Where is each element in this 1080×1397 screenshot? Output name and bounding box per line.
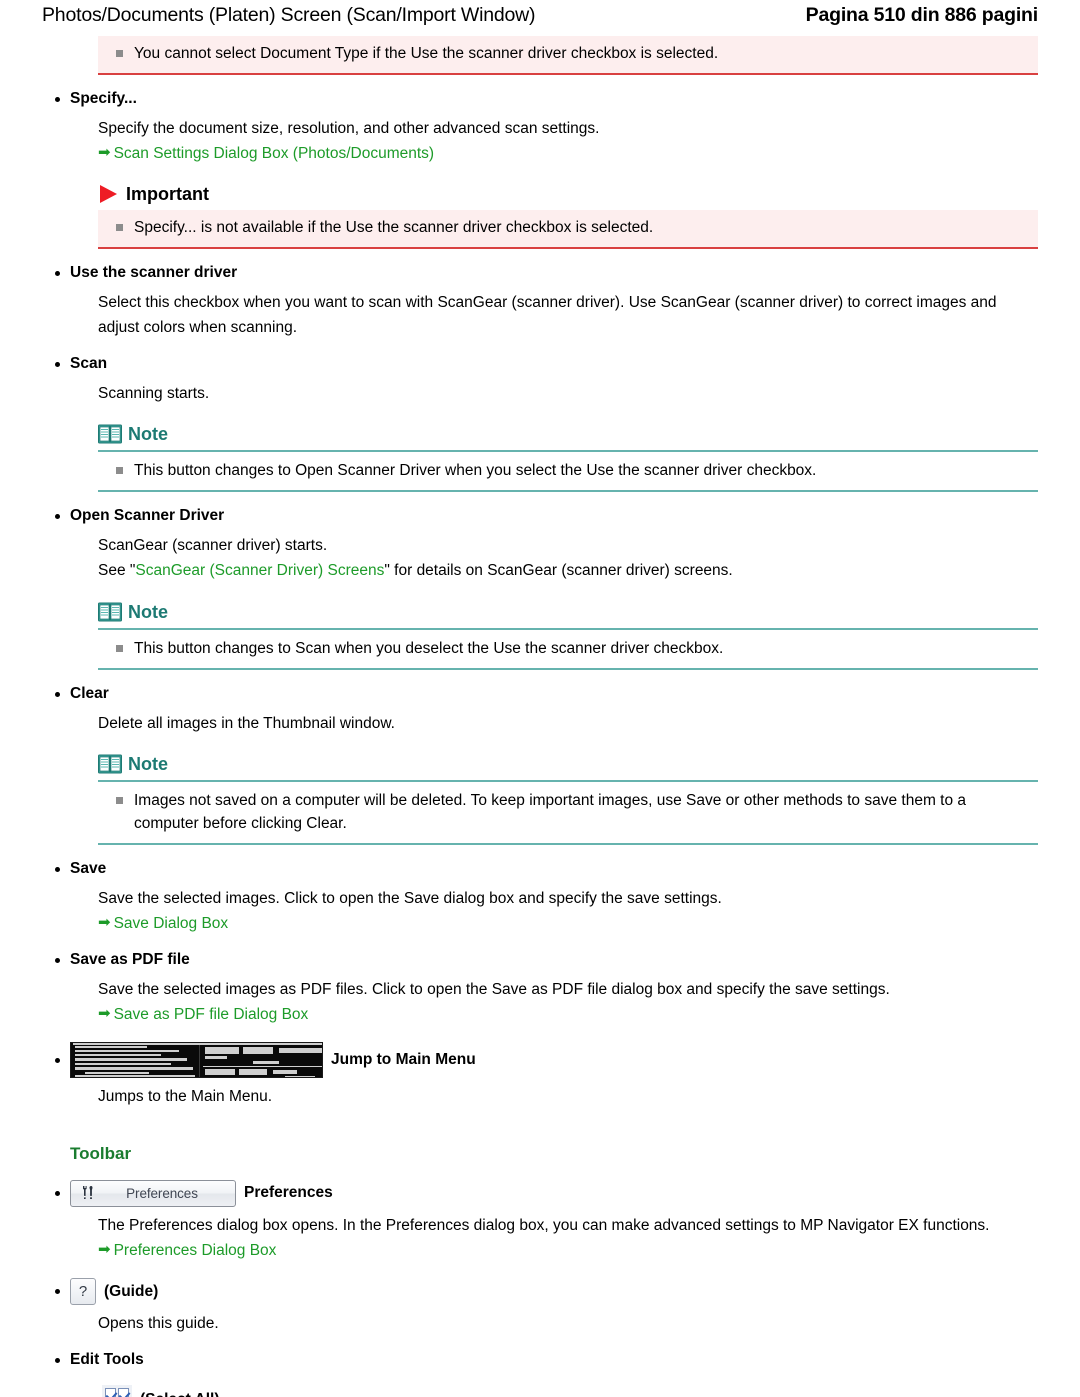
main-menu-screenshot-thumbnail[interactable] bbox=[70, 1042, 323, 1079]
term-open-scanner-driver: Open Scanner Driver bbox=[42, 506, 1038, 527]
desc-preferences: The Preferences dialog box opens. In the… bbox=[98, 1216, 990, 1234]
link-save-dialog-box[interactable]: ➡ Save Dialog Box bbox=[98, 912, 1038, 936]
admonition-note-open-scanner-driver: Note This button changes to Scan when yo… bbox=[98, 602, 1038, 670]
term-save: Save bbox=[42, 859, 1038, 880]
desc-specify: Specify the document size, resolution, a… bbox=[98, 120, 600, 138]
admonition-note-scan: Note This button changes to Open Scanner… bbox=[98, 424, 1038, 493]
note-label: Note bbox=[128, 424, 168, 445]
preferences-button-label: Preferences bbox=[126, 1185, 198, 1201]
desc-save: Save the selected images. Click to open … bbox=[98, 890, 722, 908]
document-content: You cannot select Document Type if the U… bbox=[0, 36, 1080, 1397]
preferences-button[interactable]: Preferences bbox=[70, 1179, 236, 1207]
link-label: Scan Settings Dialog Box (Photos/Documen… bbox=[113, 145, 435, 163]
checkbox-checked bbox=[118, 1388, 129, 1397]
note-heading: Note bbox=[98, 754, 1038, 775]
guide-button[interactable]: ? bbox=[70, 1278, 96, 1306]
link-label: Save as PDF file Dialog Box bbox=[113, 1005, 309, 1023]
arrow-right-icon: ➡ bbox=[98, 1004, 111, 1022]
checkbox-checked bbox=[105, 1388, 116, 1397]
tools-icon bbox=[83, 1186, 93, 1200]
admonition-important-specify: Important Specify... is not available if… bbox=[98, 184, 1038, 250]
document-page: Photos/Documents (Platen) Screen (Scan/I… bbox=[0, 0, 1080, 1397]
arrow-right-icon: ➡ bbox=[98, 144, 111, 162]
term-clear: Clear bbox=[42, 684, 1038, 705]
red-flag-icon bbox=[98, 184, 120, 204]
term-use-the-scanner-driver: Use the scanner driver bbox=[42, 263, 1038, 284]
important-label: Important bbox=[126, 183, 209, 204]
link-scangear-screens[interactable]: ScanGear (Scanner Driver) Screens bbox=[135, 562, 384, 579]
desc-open-scanner-driver: ScanGear (scanner driver) starts. See "S… bbox=[98, 533, 1038, 583]
page-indicator: Pagina 510 din 886 pagini bbox=[805, 4, 1039, 26]
open-book-icon bbox=[98, 754, 122, 774]
important-item: You cannot select Document Type if the U… bbox=[108, 42, 1028, 65]
term-select-all: (Select All) bbox=[140, 1391, 220, 1397]
note-box: This button changes to Scan when you des… bbox=[98, 627, 1038, 670]
row-preferences: Preferences Preferences bbox=[42, 1179, 1038, 1207]
desc-use-the-scanner-driver: Select this checkbox when you want to sc… bbox=[98, 293, 997, 337]
note-heading: Note bbox=[98, 424, 1038, 445]
desc-jump-to-main-menu: Jumps to the Main Menu. bbox=[98, 1088, 273, 1106]
desc-scan: Scanning starts. bbox=[98, 385, 210, 403]
note-item: This button changes to Open Scanner Driv… bbox=[108, 459, 1028, 482]
term-specify: Specify... bbox=[42, 89, 1038, 110]
row-guide: ? (Guide) bbox=[42, 1278, 1038, 1306]
desc-save-as-pdf-file: Save the selected images as PDF files. C… bbox=[98, 980, 890, 998]
term-edit-tools: Edit Tools bbox=[42, 1350, 1038, 1371]
note-heading: Note bbox=[98, 602, 1038, 623]
note-label: Note bbox=[128, 601, 168, 622]
page-title: Photos/Documents (Platen) Screen (Scan/I… bbox=[42, 4, 536, 26]
important-heading: Important bbox=[98, 184, 1038, 205]
section-heading-toolbar: Toolbar bbox=[70, 1143, 132, 1163]
admonition-note-clear: Note Images not saved on a computer will… bbox=[98, 754, 1038, 846]
open-book-icon bbox=[98, 424, 122, 444]
row-select-all: (Select All) bbox=[42, 1385, 1038, 1397]
link-scan-settings-dialog-box[interactable]: ➡ Scan Settings Dialog Box (Photos/Docume… bbox=[98, 142, 1038, 166]
desc-line-2-suffix: " for details on ScanGear (scanner drive… bbox=[384, 562, 733, 580]
arrow-right-icon: ➡ bbox=[98, 914, 111, 932]
important-box: Specify... is not available if the Use t… bbox=[98, 209, 1038, 250]
note-label: Note bbox=[128, 753, 168, 774]
term-guide: (Guide) bbox=[104, 1282, 159, 1300]
page-header: Photos/Documents (Platen) Screen (Scan/I… bbox=[0, 0, 1080, 36]
arrow-right-icon: ➡ bbox=[98, 1240, 111, 1258]
link-save-as-pdf-file-dialog-box[interactable]: ➡ Save as PDF file Dialog Box bbox=[98, 1003, 1038, 1027]
important-item: Specify... is not available if the Use t… bbox=[108, 216, 1028, 239]
open-book-icon bbox=[98, 602, 122, 622]
important-box-continuation: You cannot select Document Type if the U… bbox=[98, 36, 1038, 76]
row-jump-to-main-menu: Jump to Main Menu bbox=[42, 1042, 1038, 1079]
desc-line-1: ScanGear (scanner driver) starts. bbox=[98, 537, 328, 555]
note-box: This button changes to Open Scanner Driv… bbox=[98, 450, 1038, 493]
link-label: Preferences Dialog Box bbox=[113, 1241, 277, 1259]
select-all-icon[interactable] bbox=[102, 1385, 132, 1397]
link-label: Save Dialog Box bbox=[113, 915, 229, 933]
note-item: This button changes to Scan when you des… bbox=[108, 637, 1028, 660]
question-mark-icon: ? bbox=[78, 1283, 88, 1301]
term-jump-to-main-menu: Jump to Main Menu bbox=[331, 1051, 476, 1069]
link-preferences-dialog-box[interactable]: ➡ Preferences Dialog Box bbox=[98, 1239, 1038, 1263]
desc-guide: Opens this guide. bbox=[98, 1315, 219, 1333]
term-save-as-pdf-file: Save as PDF file bbox=[42, 950, 1038, 971]
desc-clear: Delete all images in the Thumbnail windo… bbox=[98, 714, 395, 732]
desc-line-2-prefix: See " bbox=[98, 562, 136, 580]
note-item: Images not saved on a computer will be d… bbox=[108, 789, 1028, 836]
term-preferences: Preferences bbox=[244, 1184, 333, 1202]
term-scan: Scan bbox=[42, 354, 1038, 375]
note-box: Images not saved on a computer will be d… bbox=[98, 779, 1038, 846]
